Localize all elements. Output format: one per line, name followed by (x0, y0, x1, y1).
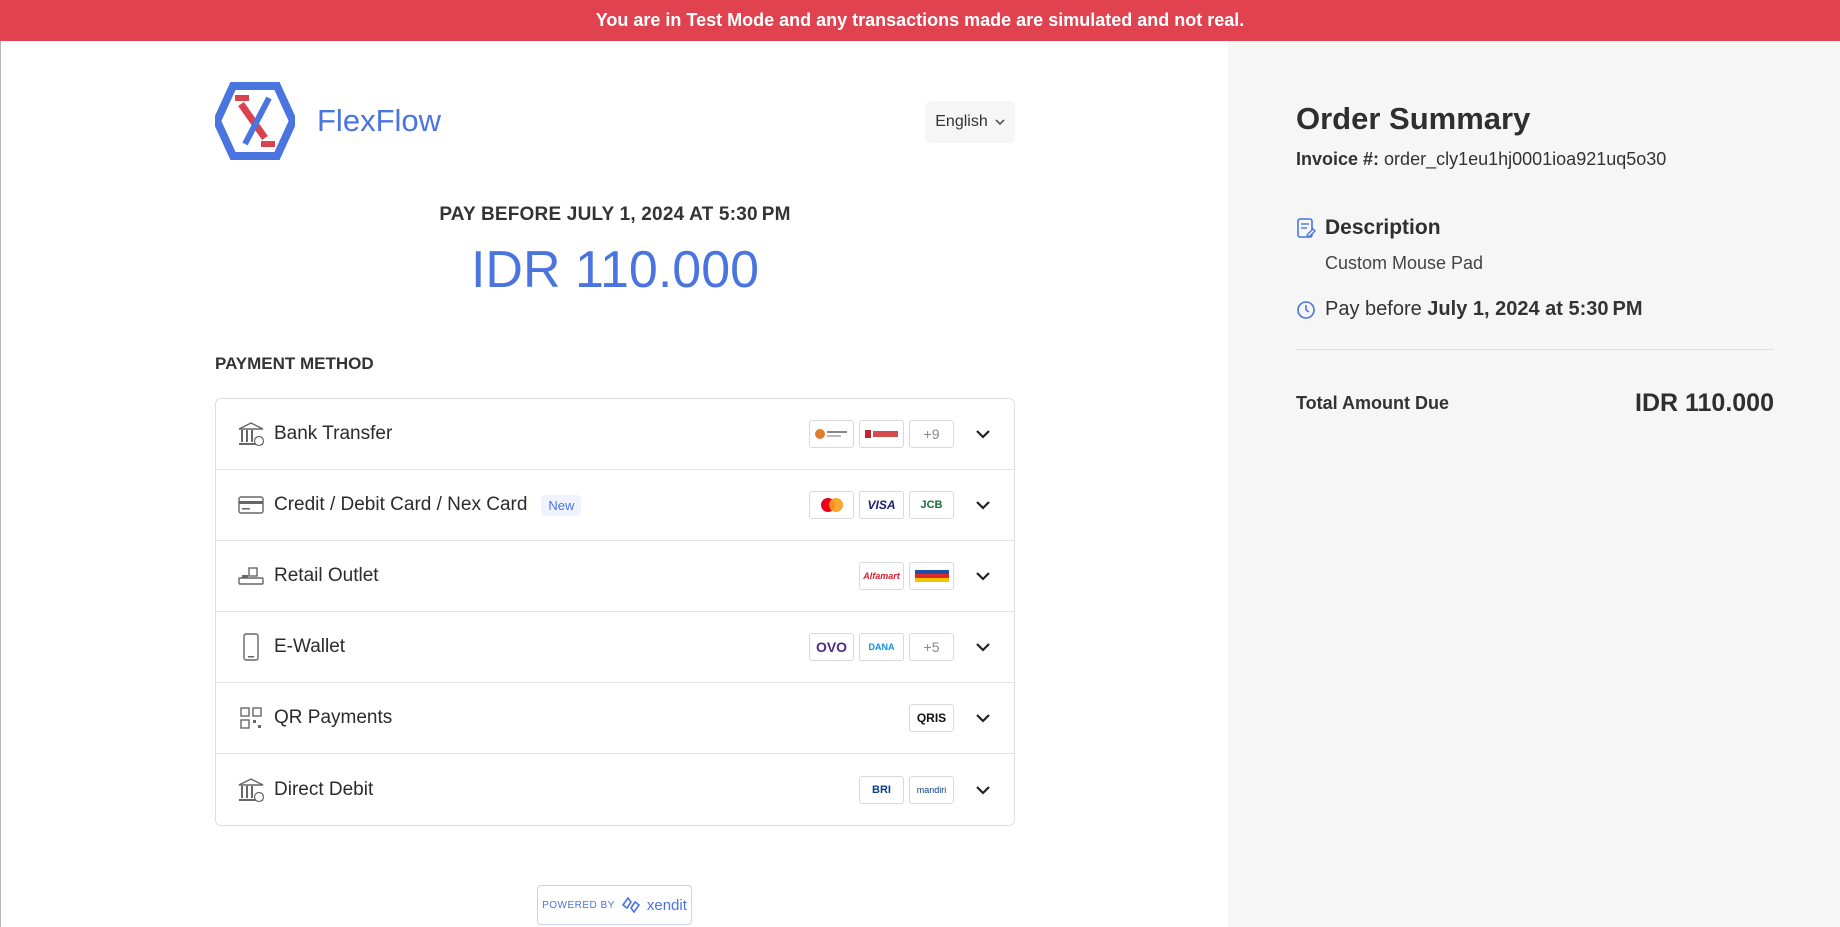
clock-icon (1297, 301, 1315, 319)
invoice-label: Invoice #: (1296, 149, 1380, 169)
bank-icon (236, 419, 266, 449)
description-value: Custom Mouse Pad (1325, 253, 1484, 273)
document-edit-icon (1297, 218, 1316, 238)
language-selector[interactable]: English (925, 101, 1015, 143)
summary-divider (1296, 349, 1774, 350)
order-summary-panel: Order Summary Invoice #: order_cly1eu1hj… (1228, 41, 1840, 927)
powered-by-label: POWERED BY (542, 899, 615, 911)
qris-logo: QRIS (909, 704, 954, 732)
bri-logo: BRI (859, 775, 904, 804)
test-mode-banner: You are in Test Mode and any transaction… (0, 0, 1840, 41)
total-amount-value: IDR 110.000 (1635, 389, 1774, 417)
invoice-number: Invoice #: order_cly1eu1hj0001ioa921uq5o… (1296, 149, 1666, 170)
qr-icon (236, 703, 266, 733)
payment-method-qr[interactable]: QR Payments QRIS (216, 683, 1014, 754)
more-ewallets-count: +5 (909, 633, 954, 661)
alfamart-logo: Alfamart (859, 562, 904, 590)
new-badge: New (541, 494, 582, 516)
order-summary-title: Order Summary (1296, 101, 1531, 136)
powered-by-xendit[interactable]: POWERED BY xendit (537, 885, 692, 925)
payment-method-label: QR Payments (274, 707, 393, 728)
language-selected: English (935, 113, 988, 130)
chevron-down-icon (976, 430, 990, 439)
chevron-down-icon (976, 714, 990, 723)
pay-before-deadline: PAY BEFORE JULY 1, 2024 AT 5:30 PM (439, 204, 791, 225)
payment-method-label: Bank Transfer (274, 423, 393, 444)
payment-method-card[interactable]: Credit / Debit Card / Nex Card New VISA … (216, 470, 1014, 541)
payment-method-label: Credit / Debit Card / Nex Card (274, 494, 528, 515)
payment-method-logos: QRIS (909, 704, 954, 732)
brand-name: FlexFlow (317, 103, 442, 138)
brand: FlexFlow (215, 82, 441, 160)
payment-method-list: Bank Transfer +9 Credit / Debit Card / N… (215, 398, 1015, 826)
visa-logo: VISA (859, 491, 904, 519)
payment-method-e-wallet[interactable]: E-Wallet OVO DANA +5 (216, 612, 1014, 683)
payment-method-retail-outlet[interactable]: Retail Outlet Alfamart (216, 541, 1014, 612)
chevron-down-icon (976, 643, 990, 652)
payment-method-logos: VISA JCB (809, 491, 954, 519)
chevron-down-icon (976, 572, 990, 581)
mandiri-logo: mandiri (909, 775, 954, 804)
chevron-down-icon (995, 119, 1005, 126)
cashier-icon (236, 561, 266, 591)
more-banks-count: +9 (909, 420, 954, 448)
payment-method-direct-debit[interactable]: Direct Debit BRI mandiri (216, 754, 1014, 825)
indomaret-logo-icon (909, 562, 954, 590)
invoice-value: order_cly1eu1hj0001ioa921uq5o30 (1384, 149, 1667, 169)
total-amount-label: Total Amount Due (1296, 393, 1449, 413)
cimb-niaga-logo-icon (859, 420, 904, 448)
pay-before-prefix: Pay before (1325, 298, 1422, 320)
payment-method-label: Direct Debit (274, 778, 374, 800)
pay-before-summary: Pay before July 1, 2024 at 5:30 PM (1325, 298, 1643, 321)
payment-method-label: E-Wallet (274, 636, 346, 657)
chevron-down-icon (976, 785, 990, 795)
payment-method-logos: +9 (809, 420, 954, 448)
dana-logo: DANA (859, 633, 904, 661)
bank-icon (236, 775, 266, 805)
payment-amount: IDR 110.000 (470, 241, 760, 299)
chevron-down-icon (976, 501, 990, 510)
xendit-name: xendit (646, 896, 687, 914)
xendit-logo-icon (621, 896, 640, 914)
pay-before-value: July 1, 2024 at 5:30 PM (1427, 298, 1643, 320)
test-mode-banner-text: You are in Test Mode and any transaction… (595, 10, 1245, 30)
payment-method-title: PAYMENT METHOD (215, 354, 374, 373)
payment-method-logos: Alfamart (859, 562, 954, 590)
phone-icon (236, 632, 266, 662)
jcb-logo: JCB (909, 491, 954, 519)
payment-method-logos: OVO DANA +5 (809, 633, 954, 661)
bank-logo-1-icon (809, 420, 854, 448)
ovo-logo: OVO (809, 633, 854, 661)
credit-card-icon (236, 490, 266, 520)
payment-method-bank-transfer[interactable]: Bank Transfer +9 (216, 399, 1014, 470)
payment-method-label: Retail Outlet (274, 565, 379, 586)
payment-method-logos: BRI mandiri (859, 775, 954, 804)
description-title: Description (1325, 216, 1441, 239)
mastercard-logo-icon (809, 491, 854, 519)
flexflow-hexagon-logo-icon (215, 82, 295, 160)
